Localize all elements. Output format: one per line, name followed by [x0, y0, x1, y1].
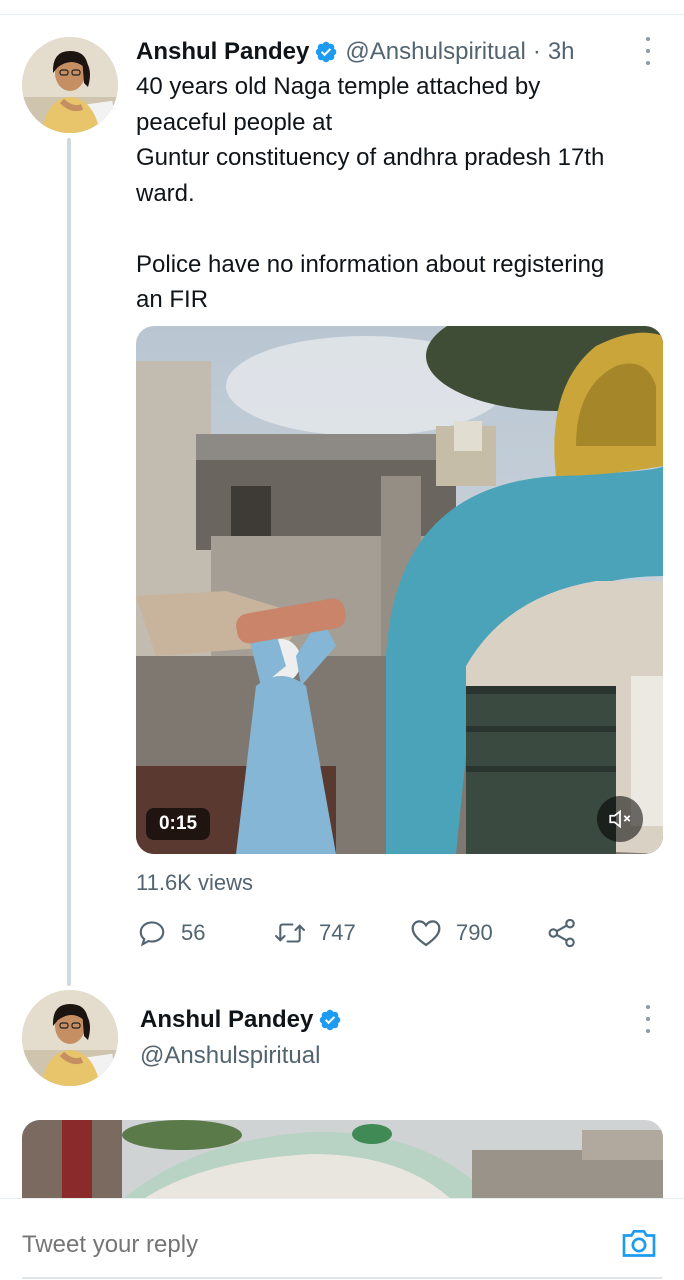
like-count: 790 — [456, 920, 493, 945]
speaker-muted-icon — [609, 809, 631, 829]
reply-input-underline — [22, 1277, 662, 1279]
tweet-text-line: 40 years old Naga temple attached by — [136, 73, 541, 100]
author-name[interactable]: Anshul Pandey — [140, 1006, 313, 1034]
camera-icon[interactable] — [619, 1223, 659, 1263]
retweet-icon — [275, 923, 305, 943]
reply-action[interactable]: 56 — [137, 914, 205, 952]
author-handle[interactable]: @Anshulspiritual — [345, 38, 525, 66]
reply-input[interactable] — [22, 1227, 582, 1263]
author-handle[interactable]: @Anshulspiritual — [140, 1042, 320, 1070]
tweet2-header: Anshul Pandey — [140, 1004, 349, 1036]
share-action[interactable] — [546, 914, 578, 952]
more-options-icon[interactable] — [636, 1005, 660, 1033]
mute-toggle-button[interactable] — [597, 796, 643, 842]
author-avatar[interactable] — [22, 37, 118, 133]
more-options-icon[interactable] — [636, 37, 660, 65]
verified-badge-icon — [320, 1009, 341, 1031]
view-count: 11.6K views — [136, 870, 253, 895]
reply-count: 56 — [181, 920, 206, 945]
video-duration-badge: 0:15 — [146, 808, 210, 840]
video-player[interactable] — [136, 326, 663, 854]
author-name[interactable]: Anshul Pandey — [136, 38, 309, 66]
tweet2-media[interactable] — [22, 1120, 663, 1200]
reply-bar — [0, 1198, 684, 1280]
top-divider — [0, 14, 684, 15]
thread-connector-line — [67, 138, 71, 986]
heart-icon — [411, 920, 441, 947]
retweet-action[interactable]: 747 — [273, 914, 356, 952]
tweet-text: 40 years old Naga temple attached by pea… — [136, 69, 676, 318]
tweet-time[interactable]: 3h — [548, 38, 575, 66]
tweet-text-line: Police have no information about registe… — [136, 250, 605, 278]
verified-badge-icon — [316, 41, 337, 63]
tweet-text-line: ward. — [136, 179, 195, 207]
tweet-text-line: an FIR — [136, 286, 209, 313]
share-icon — [548, 918, 575, 948]
author-avatar[interactable] — [22, 990, 118, 1086]
tweet-text-line: peaceful people at — [136, 108, 333, 136]
tweet-text-line: Guntur constituency of andhra pradesh 17… — [136, 144, 605, 171]
like-action[interactable]: 790 — [410, 914, 493, 952]
retweet-count: 747 — [319, 920, 356, 945]
reply-icon — [139, 921, 165, 947]
tweet-header: Anshul Pandey @Anshulspiritual · 3h — [136, 36, 575, 68]
separator-dot: · — [532, 38, 541, 65]
